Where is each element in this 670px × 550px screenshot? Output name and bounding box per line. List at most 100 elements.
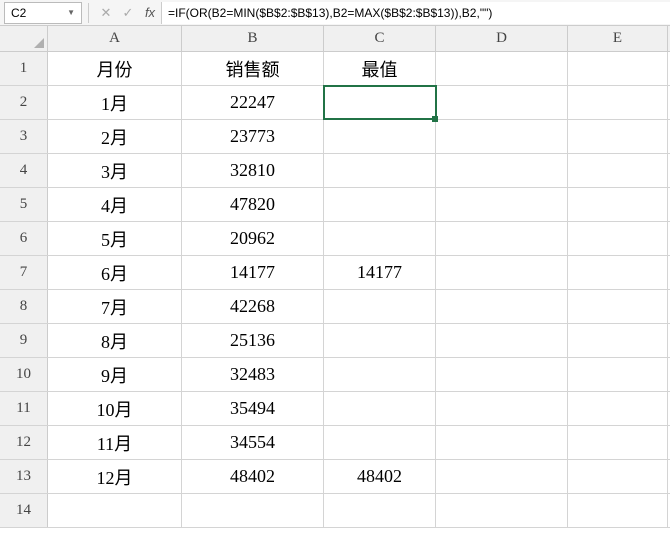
cell[interactable]	[436, 426, 568, 459]
cell[interactable]	[324, 392, 436, 425]
cell-d1[interactable]	[436, 52, 568, 85]
cell[interactable]	[568, 290, 668, 323]
cell[interactable]	[568, 222, 668, 255]
cell[interactable]	[568, 188, 668, 221]
cell[interactable]	[436, 86, 568, 119]
cell[interactable]	[568, 154, 668, 187]
name-box[interactable]: C2 ▼	[4, 2, 82, 24]
cell[interactable]	[568, 426, 668, 459]
cell[interactable]: 8月	[48, 324, 182, 357]
cell[interactable]	[568, 256, 668, 289]
cell[interactable]	[436, 222, 568, 255]
cell[interactable]	[568, 460, 668, 493]
cell[interactable]: 25136	[182, 324, 324, 357]
cell-a1[interactable]: 月份	[48, 52, 182, 85]
cell[interactable]: 47820	[182, 188, 324, 221]
cell[interactable]	[436, 154, 568, 187]
cell[interactable]: 7月	[48, 290, 182, 323]
cell[interactable]	[568, 86, 668, 119]
cell[interactable]: 34554	[182, 426, 324, 459]
row-header[interactable]: 14	[0, 494, 48, 527]
fx-icon[interactable]: fx	[139, 2, 161, 24]
cell[interactable]: 12月	[48, 460, 182, 493]
cell[interactable]: 11月	[48, 426, 182, 459]
cell[interactable]	[324, 426, 436, 459]
cell[interactable]: 32810	[182, 154, 324, 187]
cell-c1[interactable]: 最值	[324, 52, 436, 85]
cell[interactable]: 9月	[48, 358, 182, 391]
confirm-icon[interactable]: ✓	[117, 2, 139, 24]
cell[interactable]	[436, 392, 568, 425]
cell[interactable]: 23773	[182, 120, 324, 153]
row-header[interactable]: 9	[0, 324, 48, 357]
cell[interactable]: 48402	[324, 460, 436, 493]
cell[interactable]	[436, 256, 568, 289]
cell[interactable]	[568, 324, 668, 357]
name-box-value: C2	[11, 6, 67, 20]
row-header[interactable]: 12	[0, 426, 48, 459]
cell[interactable]: 5月	[48, 222, 182, 255]
cell[interactable]	[436, 120, 568, 153]
cell[interactable]	[182, 494, 324, 527]
spreadsheet: A B C D E 1 月份 销售额 最值 2 1月 22247 3 2月 23…	[0, 26, 670, 528]
formula-input[interactable]	[161, 2, 670, 24]
cell[interactable]: 32483	[182, 358, 324, 391]
row-header[interactable]: 2	[0, 86, 48, 119]
col-header-d[interactable]: D	[436, 26, 568, 51]
dropdown-icon[interactable]: ▼	[67, 8, 75, 17]
cell[interactable]	[436, 290, 568, 323]
cell[interactable]	[568, 120, 668, 153]
cell[interactable]: 3月	[48, 154, 182, 187]
cell[interactable]	[324, 494, 436, 527]
row-header[interactable]: 4	[0, 154, 48, 187]
col-header-e[interactable]: E	[568, 26, 668, 51]
cell-active[interactable]	[324, 86, 436, 119]
row-header[interactable]: 6	[0, 222, 48, 255]
cell[interactable]: 1月	[48, 86, 182, 119]
row-header[interactable]: 3	[0, 120, 48, 153]
cell[interactable]	[324, 154, 436, 187]
cell[interactable]: 10月	[48, 392, 182, 425]
cell[interactable]: 35494	[182, 392, 324, 425]
row-header[interactable]: 1	[0, 52, 48, 85]
cell[interactable]	[48, 494, 182, 527]
cell[interactable]: 20962	[182, 222, 324, 255]
cell[interactable]: 48402	[182, 460, 324, 493]
cell[interactable]	[436, 494, 568, 527]
cell[interactable]: 14177	[324, 256, 436, 289]
cell[interactable]: 4月	[48, 188, 182, 221]
row-header[interactable]: 7	[0, 256, 48, 289]
col-header-b[interactable]: B	[182, 26, 324, 51]
cell[interactable]	[324, 290, 436, 323]
cell[interactable]: 6月	[48, 256, 182, 289]
col-header-c[interactable]: C	[324, 26, 436, 51]
cell[interactable]	[436, 460, 568, 493]
cell[interactable]: 14177	[182, 256, 324, 289]
cell[interactable]: 22247	[182, 86, 324, 119]
row-header[interactable]: 11	[0, 392, 48, 425]
cell[interactable]	[436, 358, 568, 391]
column-headers-row: A B C D E	[0, 26, 670, 52]
cell[interactable]	[436, 324, 568, 357]
row-header[interactable]: 8	[0, 290, 48, 323]
cell[interactable]	[568, 494, 668, 527]
cell[interactable]	[324, 120, 436, 153]
cell[interactable]	[324, 324, 436, 357]
cell[interactable]: 42268	[182, 290, 324, 323]
cell[interactable]	[324, 188, 436, 221]
cell[interactable]	[568, 392, 668, 425]
cell-b1[interactable]: 销售额	[182, 52, 324, 85]
select-all-corner[interactable]	[0, 26, 48, 51]
col-header-a[interactable]: A	[48, 26, 182, 51]
cell-e1[interactable]	[568, 52, 668, 85]
cell[interactable]	[324, 222, 436, 255]
cell[interactable]: 2月	[48, 120, 182, 153]
cancel-icon[interactable]: ✕	[95, 2, 117, 24]
cell[interactable]	[568, 358, 668, 391]
row-header[interactable]: 5	[0, 188, 48, 221]
table-row: 4 3月 32810	[0, 154, 670, 188]
cell[interactable]	[324, 358, 436, 391]
row-header[interactable]: 13	[0, 460, 48, 493]
row-header[interactable]: 10	[0, 358, 48, 391]
cell[interactable]	[436, 188, 568, 221]
